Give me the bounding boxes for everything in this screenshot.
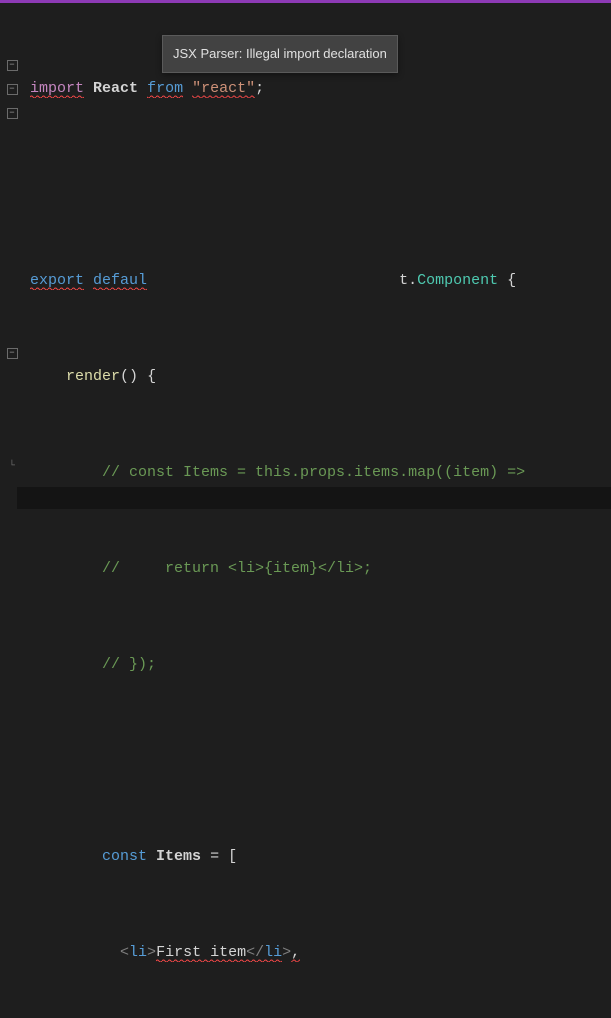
fold-toggle[interactable]: − [0,77,24,101]
code-line: render() { [30,365,605,389]
code-editor: − − − − └ import React from "react"; exp… [0,3,611,509]
tag-close-angle: > [282,944,291,961]
gutter-row [0,413,24,437]
code-text-area[interactable]: import React from "react"; export defaul… [24,3,611,509]
comment: // const Items = this.props.items.map((i… [102,464,525,481]
gutter-row [0,365,24,389]
gutter-row [0,149,24,173]
fold-toggle[interactable]: − [0,53,24,77]
keyword-from: from [147,80,183,98]
parens: () [120,368,138,385]
gutter-row [0,269,24,293]
identifier: React [93,80,138,97]
tooltip-text: JSX Parser: Illegal import declaration [173,46,387,61]
tag-close-angle: > [147,944,156,961]
keyword-import: import [30,80,84,98]
tag-close-open: </ [246,944,264,962]
gutter-row [0,5,24,29]
comma: , [291,944,300,962]
tag-open: < [120,944,129,961]
code-line-blank [30,749,605,773]
gutter-row [0,245,24,269]
code-line: <li>First item</li>, [30,941,605,965]
code-line: // return <li>{item}</li>; [30,557,605,581]
text-fragment: t [399,272,408,289]
code-line: const Items = [ [30,845,605,869]
method-name: render [66,368,120,385]
fold-gutter: − − − − └ [0,3,24,509]
gutter-row [0,197,24,221]
string-literal: "react" [192,80,255,98]
keyword-export: export [30,272,84,290]
keyword-const: const [102,848,147,865]
code-line: import React from "react"; [30,77,605,101]
tag-name: li [264,944,282,962]
fold-end-icon: └ [0,461,24,485]
open-brace: { [507,272,516,289]
jsx-text: First item [156,944,246,962]
fold-toggle[interactable]: − [0,101,24,125]
fold-toggle[interactable]: − [0,341,24,365]
tag-name: li [129,944,147,961]
comment: // }); [102,656,156,673]
code-line: // }); [30,653,605,677]
identifier: Items [156,848,201,865]
open-bracket: [ [228,848,237,865]
editor-footer-strip [17,487,611,509]
gutter-row [0,29,24,53]
gutter-row [0,317,24,341]
gutter-row [0,173,24,197]
gutter-row [0,125,24,149]
error-tooltip: JSX Parser: Illegal import declaration [162,35,398,73]
code-line: // const Items = this.props.items.map((i… [30,461,605,485]
gutter-row [0,293,24,317]
gutter-row [0,389,24,413]
gutter-row [0,437,24,461]
comment: // return <li>{item}</li>; [102,560,372,577]
keyword-default: defaul [93,272,147,290]
code-line: export default class Example extends Rea… [30,269,605,293]
gutter-row [0,221,24,245]
semicolon: ; [255,80,264,97]
open-brace: { [147,368,156,385]
code-line-blank [30,173,605,197]
type-name: Component [417,272,498,289]
dot: . [408,272,417,289]
equals: = [210,848,219,865]
